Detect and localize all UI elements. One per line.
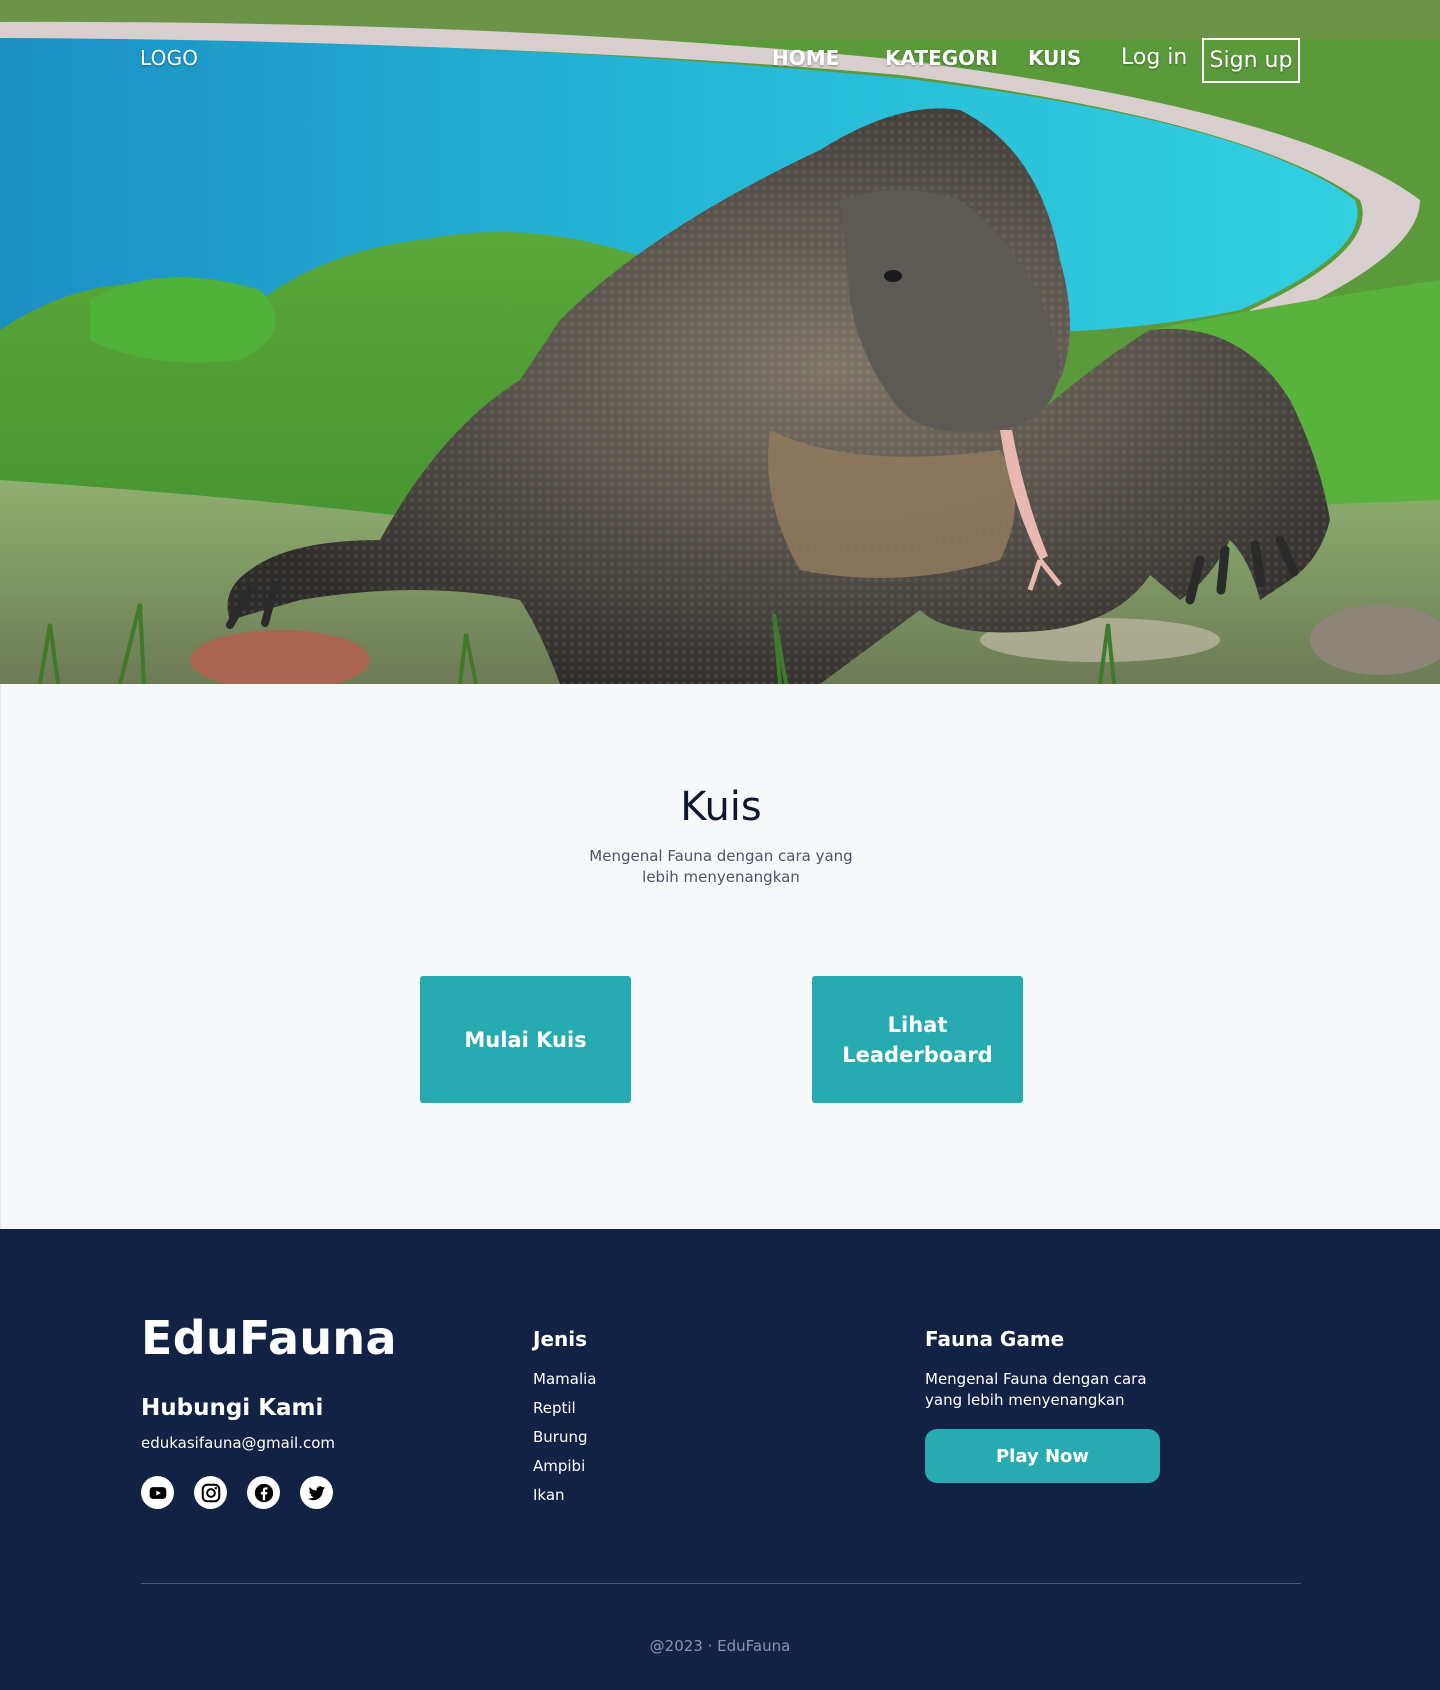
fauna-game-description: Mengenal Fauna dengan cara yang lebih me… [925, 1370, 1147, 1409]
hero-banner: LOGO HOME KATEGORI KUIS Log in Sign up [0, 0, 1440, 684]
social-links [141, 1476, 333, 1509]
site-footer: EduFauna Hubungi Kami edukasifauna@gmail… [0, 1229, 1440, 1690]
signup-button[interactable]: Sign up [1202, 38, 1300, 83]
jenis-item-mamalia[interactable]: Mamalia [533, 1369, 596, 1398]
footer-brand: EduFauna [141, 1311, 397, 1365]
top-navigation: LOGO HOME KATEGORI KUIS Log in Sign up [0, 0, 1440, 120]
play-now-button[interactable]: Play Now [925, 1429, 1160, 1483]
nav-link-kategori[interactable]: KATEGORI [885, 46, 998, 70]
kuis-section: Kuis Mengenal Fauna dengan cara yang leb… [0, 684, 1440, 1229]
jenis-heading: Jenis [533, 1327, 588, 1351]
jenis-list: Mamalia Reptil Burung Ampibi Ikan [533, 1369, 596, 1514]
nav-link-kuis[interactable]: KUIS [1028, 46, 1081, 70]
kuis-subtitle: Mengenal Fauna dengan cara yang lebih me… [589, 847, 853, 886]
jenis-item-burung[interactable]: Burung [533, 1427, 596, 1456]
twitter-icon[interactable] [300, 1476, 333, 1509]
nav-link-home[interactable]: HOME [772, 46, 839, 70]
logo[interactable]: LOGO [140, 46, 198, 70]
login-link[interactable]: Log in [1121, 45, 1187, 70]
fauna-game-heading: Fauna Game [925, 1327, 1065, 1351]
jenis-item-ikan[interactable]: Ikan [533, 1485, 596, 1514]
contact-email[interactable]: edukasifauna@gmail.com [141, 1434, 335, 1452]
view-leaderboard-button[interactable]: Lihat Leaderboard [812, 976, 1023, 1103]
jenis-item-reptil[interactable]: Reptil [533, 1398, 596, 1427]
kuis-title: Kuis [680, 784, 762, 830]
jenis-item-ampibi[interactable]: Ampibi [533, 1456, 596, 1485]
facebook-icon[interactable] [247, 1476, 280, 1509]
footer-divider [141, 1583, 1301, 1584]
contact-heading: Hubungi Kami [141, 1395, 324, 1421]
start-quiz-button[interactable]: Mulai Kuis [420, 976, 631, 1103]
copyright-text: @2023 · EduFauna [649, 1637, 791, 1655]
instagram-icon[interactable] [194, 1476, 227, 1509]
youtube-icon[interactable] [141, 1476, 174, 1509]
